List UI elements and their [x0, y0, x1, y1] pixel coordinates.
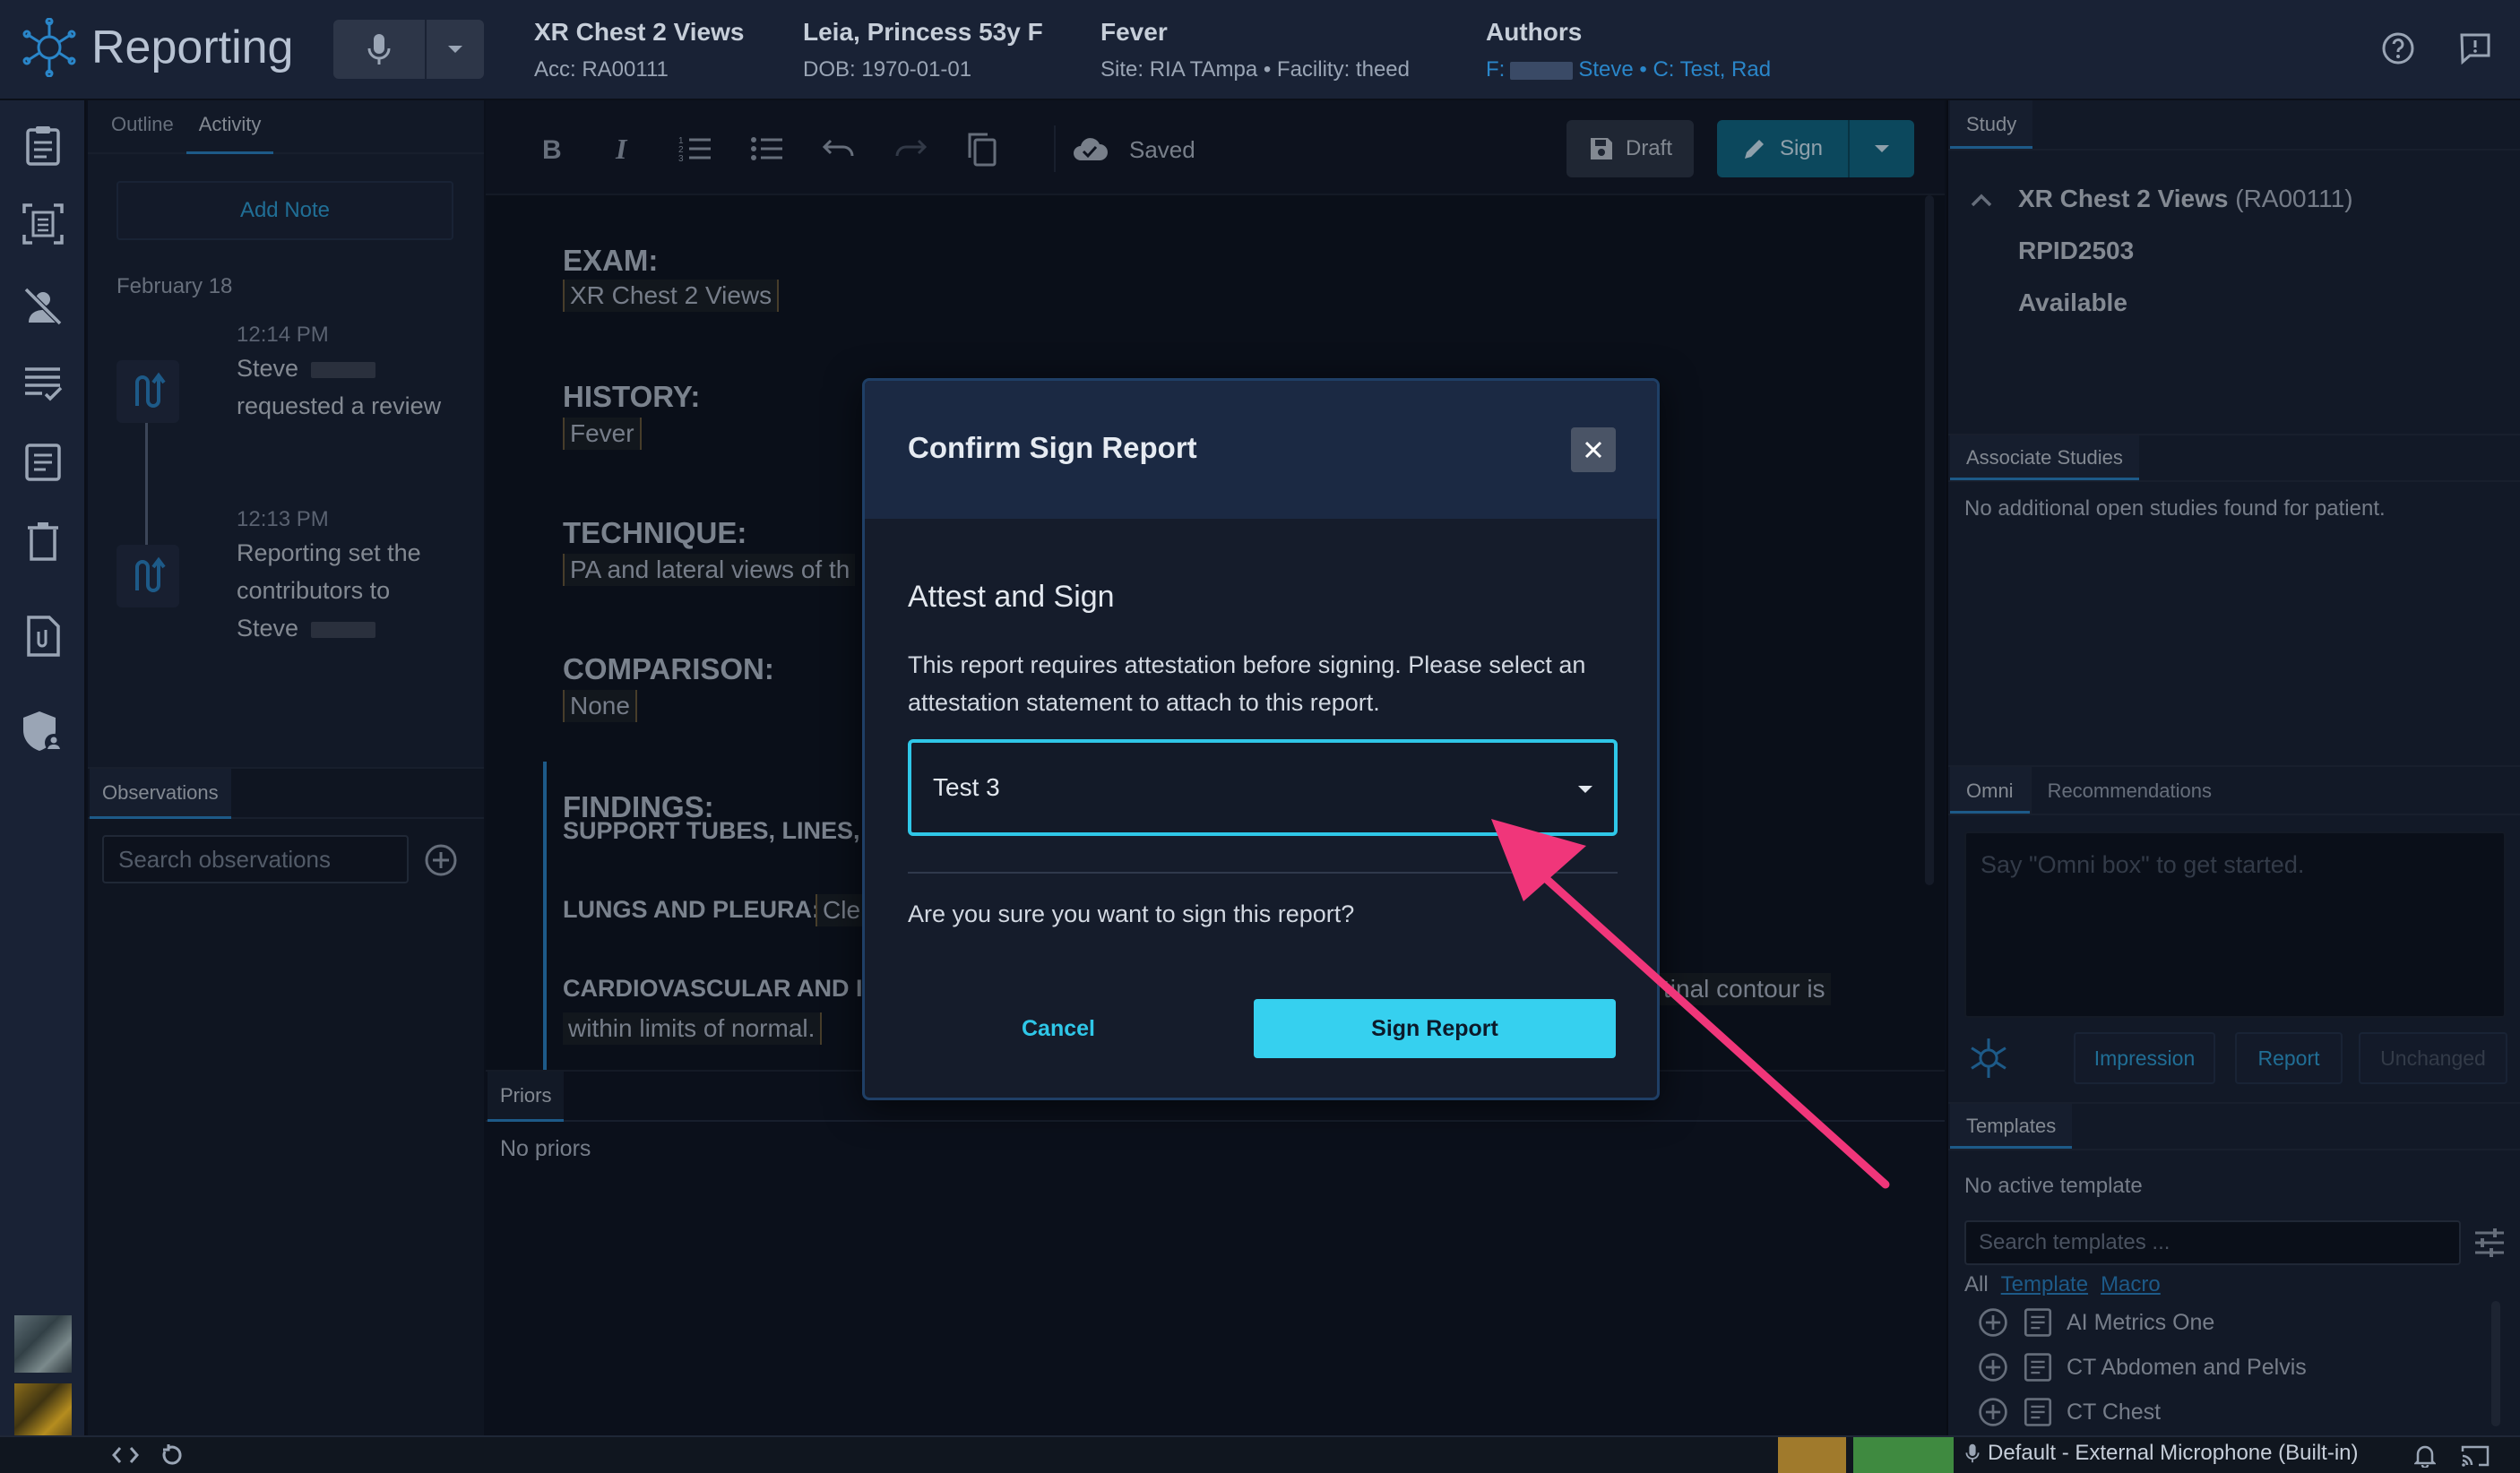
attachment-document-icon	[27, 616, 60, 657]
rail-delete-button[interactable]	[22, 520, 65, 563]
app-title: Reporting	[91, 22, 294, 73]
dialog-question: Are you sure you want to sign this repor…	[908, 900, 1355, 927]
rail-attachments-button[interactable]	[22, 615, 65, 658]
dictation-control	[333, 20, 484, 79]
accession: Acc: RA00111	[534, 57, 669, 82]
status-bar: Default - External Microphone (Built-in)	[0, 1435, 2520, 1473]
dialog-title: Confirm Sign Report	[908, 431, 1197, 464]
confirm-sign-dialog: Confirm Sign Report Attest and Sign This…	[862, 378, 1660, 1100]
bell-icon[interactable]	[2414, 1444, 2436, 1468]
attestation-select[interactable]: Test 3	[908, 739, 1618, 836]
rail-report-button[interactable]	[22, 124, 65, 167]
reason-title: Fever	[1100, 18, 1168, 46]
dialog-header: Confirm Sign Report	[865, 381, 1657, 519]
rail-security-button[interactable]	[22, 710, 65, 753]
cancel-button[interactable]: Cancel	[908, 999, 1209, 1058]
dialog-subtitle: Attest and Sign	[908, 580, 1115, 614]
close-icon	[1584, 441, 1602, 459]
status-swatch	[1853, 1437, 1954, 1473]
site-facility: Site: RIA TAmpa • Facility: theed	[1100, 57, 1410, 82]
user-avatar[interactable]	[14, 1315, 72, 1373]
feedback-icon[interactable]	[2457, 30, 2493, 66]
dialog-description: This report requires attestation before …	[908, 651, 1586, 716]
left-rail	[0, 100, 86, 1441]
caret-down-icon	[1578, 786, 1592, 793]
patient-dob: DOB: 1970-01-01	[803, 57, 972, 82]
shield-user-icon	[23, 711, 63, 752]
rail-worklist-button[interactable]	[22, 362, 65, 405]
cast-icon[interactable]	[2461, 1444, 2490, 1468]
redacted-name	[1510, 61, 1574, 80]
sign-report-button[interactable]: Sign Report	[1254, 999, 1616, 1058]
trash-icon	[28, 522, 58, 561]
study-title: XR Chest 2 Views	[534, 18, 745, 46]
microphone-status[interactable]: Default - External Microphone (Built-in)	[1964, 1441, 2359, 1466]
caret-down-icon	[448, 46, 462, 53]
checklist-icon	[25, 367, 63, 401]
rail-document-button[interactable]	[22, 441, 65, 484]
reporting-app: Reporting XR Chest 2 Views Acc: RA00111 …	[0, 0, 2520, 1473]
microphone-device: Default - External Microphone (Built-in)	[1988, 1441, 2359, 1465]
document-scan-icon	[22, 203, 64, 245]
close-dialog-button[interactable]	[1571, 427, 1616, 472]
authors-list[interactable]: F: Steve • C: Test, Rad	[1486, 57, 1771, 82]
reason-info: Fever Site: RIA TAmpa • Facility: theed	[1100, 18, 1410, 82]
refresh-icon[interactable]	[160, 1443, 185, 1468]
authors-prefix: F:	[1486, 57, 1506, 82]
code-icon[interactable]	[111, 1444, 140, 1466]
rail-unassign-button[interactable]	[22, 285, 65, 328]
person-off-icon	[23, 287, 63, 326]
help-icon[interactable]	[2380, 30, 2416, 66]
microphone-button[interactable]	[333, 20, 427, 79]
microphone-dropdown-button[interactable]	[427, 20, 484, 79]
dialog-divider	[908, 872, 1618, 874]
secondary-avatar[interactable]	[14, 1383, 72, 1441]
document-icon	[25, 444, 61, 481]
authors-names: Steve • C: Test, Rad	[1578, 57, 1772, 82]
brand[interactable]: Reporting	[20, 18, 293, 77]
rail-scan-button[interactable]	[22, 202, 65, 246]
header-bar: Reporting XR Chest 2 Views Acc: RA00111 …	[0, 0, 2520, 100]
header-actions	[2380, 30, 2493, 66]
app-logo-icon	[22, 18, 76, 77]
patient-name: Leia, Princess 53y F	[803, 18, 1043, 46]
patient-info: Leia, Princess 53y F DOB: 1970-01-01	[803, 18, 1043, 82]
clipboard-icon	[26, 126, 60, 166]
microphone-icon	[367, 34, 391, 65]
microphone-icon	[1965, 1443, 1980, 1463]
authors-title: Authors	[1486, 18, 1583, 46]
study-info: XR Chest 2 Views Acc: RA00111	[534, 18, 744, 82]
status-swatch	[1778, 1437, 1846, 1473]
authors-info: Authors F: Steve • C: Test, Rad	[1486, 18, 1771, 82]
attestation-selected-value: Test 3	[933, 773, 1000, 801]
